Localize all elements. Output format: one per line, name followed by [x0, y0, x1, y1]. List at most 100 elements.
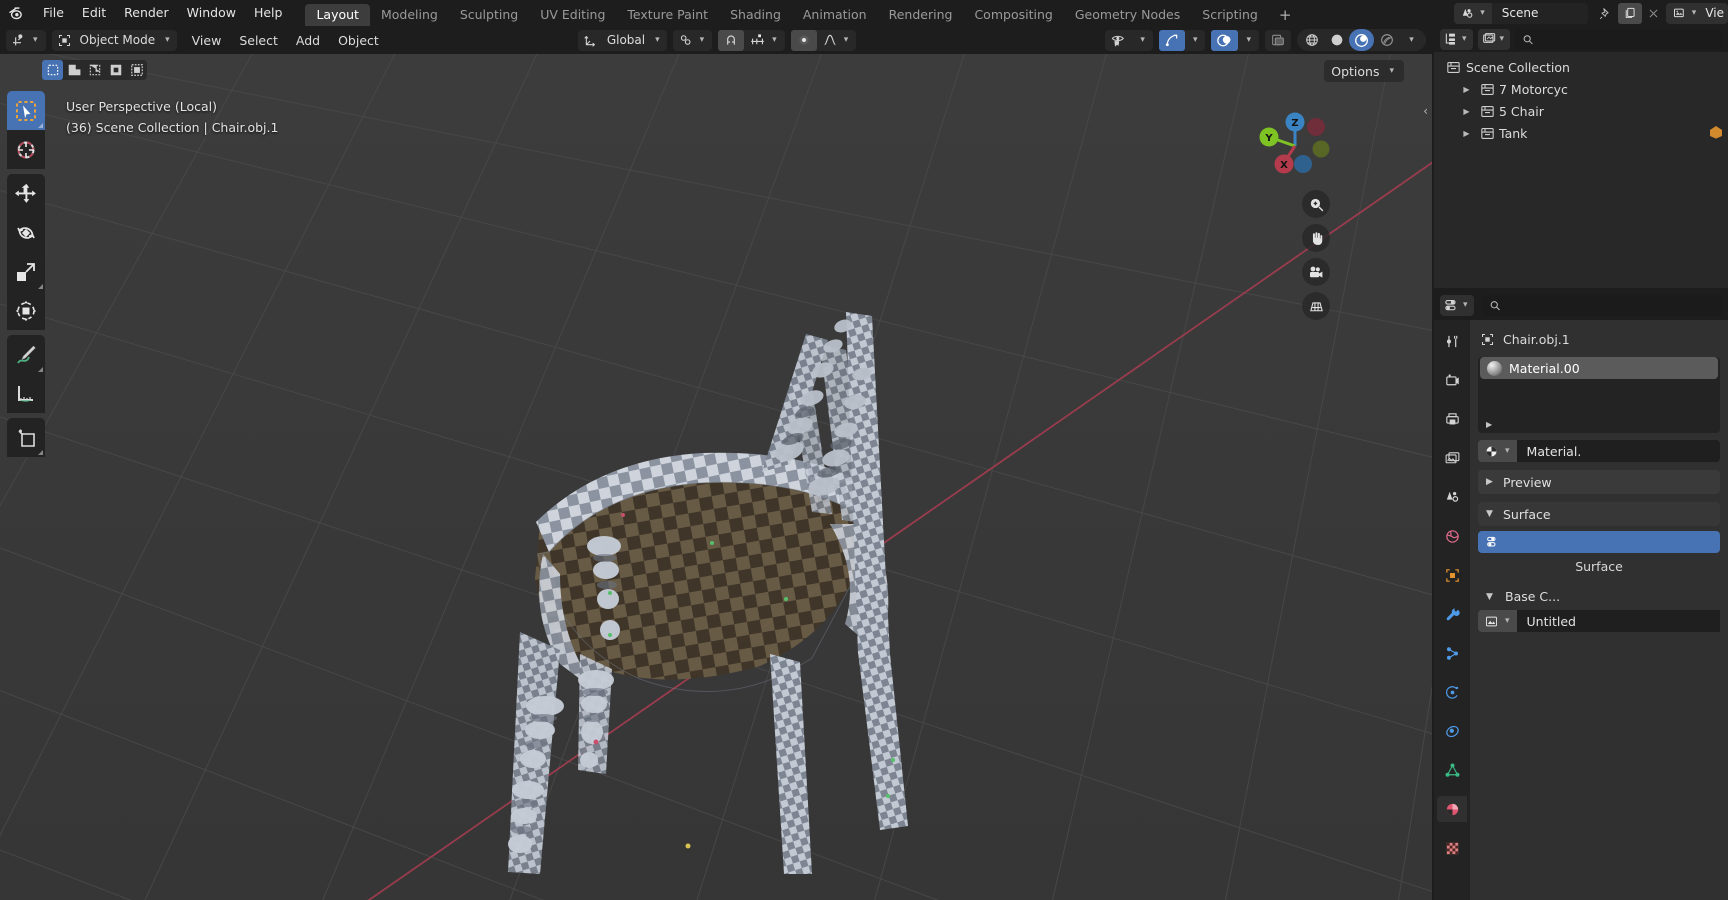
object-visibility-icon[interactable] — [1105, 30, 1132, 51]
overlay-controls[interactable]: ▾ — [1211, 29, 1259, 51]
outliner-row-chair[interactable]: ▶ 5 Chair — [1434, 100, 1728, 122]
tab-shading[interactable]: Shading — [719, 4, 792, 27]
tool-expand-corner[interactable] — [38, 450, 43, 455]
proportional-edit-controls[interactable]: ▾ — [790, 29, 857, 51]
menu-edit[interactable]: Edit — [73, 4, 115, 23]
delete-scene-icon[interactable] — [1642, 3, 1666, 24]
pivot-point-selector[interactable]: ▾ — [672, 29, 713, 51]
outliner-display-mode-selector[interactable]: ▾ — [1440, 28, 1473, 50]
render-tab[interactable] — [1437, 367, 1467, 393]
pin-scene-icon[interactable] — [1594, 3, 1618, 24]
expand-triangle-icon[interactable]: ▶ — [1486, 420, 1492, 429]
snapping-controls[interactable]: ▾ — [718, 29, 785, 51]
constraints-tab[interactable] — [1437, 718, 1467, 744]
pivot-median-icon[interactable]: ▾ — [673, 30, 713, 51]
interaction-mode-selector[interactable]: Object Mode ▾ — [51, 29, 177, 51]
shading-mode-selector[interactable]: ▾ — [1297, 29, 1426, 51]
outliner-editor[interactable]: ▾ ▾ Scene Collection ▶ 7 Motorcyc ▶ 5 Ch… — [1434, 26, 1728, 288]
browse-image-icon[interactable]: ▾ — [1478, 610, 1517, 632]
tab-compositing[interactable]: Compositing — [963, 4, 1063, 27]
panel-surface[interactable]: ▼ Surface — [1478, 502, 1720, 526]
outliner-row-motorcycle[interactable]: ▶ 7 Motorcyc — [1434, 78, 1728, 100]
properties-search-input[interactable] — [1505, 298, 1715, 312]
surface-node-selector[interactable] — [1478, 531, 1720, 553]
outliner-display-mode-icon[interactable] — [1443, 31, 1459, 47]
tab-geometry-nodes[interactable]: Geometry Nodes — [1064, 4, 1191, 27]
collapse-triangle-icon[interactable]: ▼ — [1486, 509, 1495, 519]
viewport-menu-object[interactable]: Object — [329, 30, 388, 51]
particles-tab[interactable] — [1437, 640, 1467, 666]
filter-icon[interactable] — [1481, 31, 1497, 47]
visibility-selector[interactable]: ▾ — [1105, 29, 1153, 51]
properties-editor-type-selector[interactable]: ▾ — [1440, 294, 1474, 316]
move-tool[interactable] — [7, 174, 45, 213]
shading-wireframe-icon[interactable] — [1299, 29, 1324, 51]
view-layer-selector[interactable]: ▾ Vie — [1665, 2, 1728, 24]
measure-tool[interactable] — [7, 374, 45, 413]
tab-sculpting[interactable]: Sculpting — [449, 4, 529, 27]
select-subtract-icon[interactable] — [84, 60, 105, 80]
gizmo-dropdown[interactable]: ▾ — [1185, 30, 1206, 51]
texture-tab[interactable] — [1437, 835, 1467, 861]
panel-preview[interactable]: ▶ Preview — [1478, 470, 1720, 494]
outliner-row-scene-collection[interactable]: Scene Collection — [1434, 56, 1728, 78]
scene-tab[interactable] — [1437, 484, 1467, 510]
tool-expand-corner[interactable] — [38, 284, 43, 289]
viewport-menu-add[interactable]: Add — [287, 30, 329, 51]
properties-editor[interactable]: ▾ Chair.obj.1 Material.00 ▶ ▾ Material. … — [1434, 290, 1728, 900]
editor-type-icon[interactable]: ▾ — [6, 30, 46, 51]
tab-animation[interactable]: Animation — [792, 4, 878, 27]
scale-tool[interactable] — [7, 252, 45, 291]
material-name-field[interactable]: Material. — [1516, 440, 1720, 462]
rotate-tool[interactable] — [7, 213, 45, 252]
tab-uv-editing[interactable]: UV Editing — [529, 4, 616, 27]
tweak-select-tool[interactable] — [7, 91, 45, 130]
show-gizmo-icon[interactable] — [1158, 29, 1185, 51]
xray-toggle-group[interactable] — [1265, 29, 1291, 51]
properties-editor-icon[interactable] — [1443, 297, 1460, 314]
blender-logo-icon[interactable] — [0, 0, 34, 26]
add-workspace-button[interactable]: + — [1269, 4, 1302, 26]
properties-search-field[interactable] — [1481, 294, 1722, 316]
tool-expand-corner[interactable] — [38, 367, 43, 372]
tool-tab[interactable] — [1437, 328, 1467, 354]
view-layer-name[interactable]: Vie — [1703, 6, 1728, 20]
proportional-edit-icon[interactable] — [790, 29, 817, 51]
toggle-xray-icon[interactable] — [1265, 30, 1291, 51]
zoom-icon[interactable] — [1302, 190, 1330, 218]
perspective-grid-icon[interactable] — [1302, 292, 1330, 320]
camera-icon[interactable] — [1302, 258, 1330, 286]
material-browse-row[interactable]: ▾ Material. — [1478, 440, 1720, 462]
scene-browse-icon[interactable]: ▾ — [1454, 6, 1492, 21]
physics-tab[interactable] — [1437, 679, 1467, 705]
shading-solid-icon[interactable] — [1324, 29, 1349, 51]
expand-triangle-icon[interactable]: ▶ — [1458, 107, 1475, 116]
expand-triangle-icon[interactable]: ▶ — [1458, 129, 1475, 138]
transform-orientation-selector[interactable]: Global ▾ — [577, 29, 667, 51]
new-scene-icon[interactable] — [1617, 2, 1642, 24]
navigation-gizmo[interactable]: Z Y X — [1255, 94, 1339, 178]
outliner-filter-selector[interactable]: ▾ — [1477, 28, 1511, 50]
menu-file[interactable]: File — [34, 4, 73, 23]
falloff-curve-icon[interactable]: ▾ — [817, 30, 857, 51]
object-mode-icon[interactable] — [52, 30, 77, 51]
editor-type-selector[interactable]: ▾ — [6, 29, 46, 51]
expand-triangle-icon[interactable]: ▶ — [1486, 477, 1495, 487]
expand-triangle-icon[interactable]: ▶ — [1458, 85, 1475, 94]
orientation-axes-icon[interactable] — [578, 30, 604, 51]
show-overlays-icon[interactable] — [1211, 29, 1239, 51]
browse-material-icon[interactable]: ▾ — [1478, 440, 1517, 462]
menu-window[interactable]: Window — [178, 4, 245, 23]
material-tab[interactable] — [1437, 796, 1467, 822]
outliner-search-input[interactable] — [1538, 32, 1715, 46]
object-tab[interactable] — [1437, 562, 1467, 588]
cursor-tool[interactable] — [7, 130, 45, 169]
base-color-texture-row[interactable]: ▾ Untitled — [1478, 610, 1720, 632]
shading-rendered-icon[interactable] — [1374, 29, 1399, 51]
world-tab[interactable] — [1437, 523, 1467, 549]
outliner-search-field[interactable] — [1515, 28, 1722, 50]
tab-modeling[interactable]: Modeling — [370, 4, 449, 27]
select-mode-toolbar[interactable] — [42, 60, 147, 80]
menu-render[interactable]: Render — [115, 4, 178, 23]
magnet-icon[interactable] — [718, 29, 745, 51]
